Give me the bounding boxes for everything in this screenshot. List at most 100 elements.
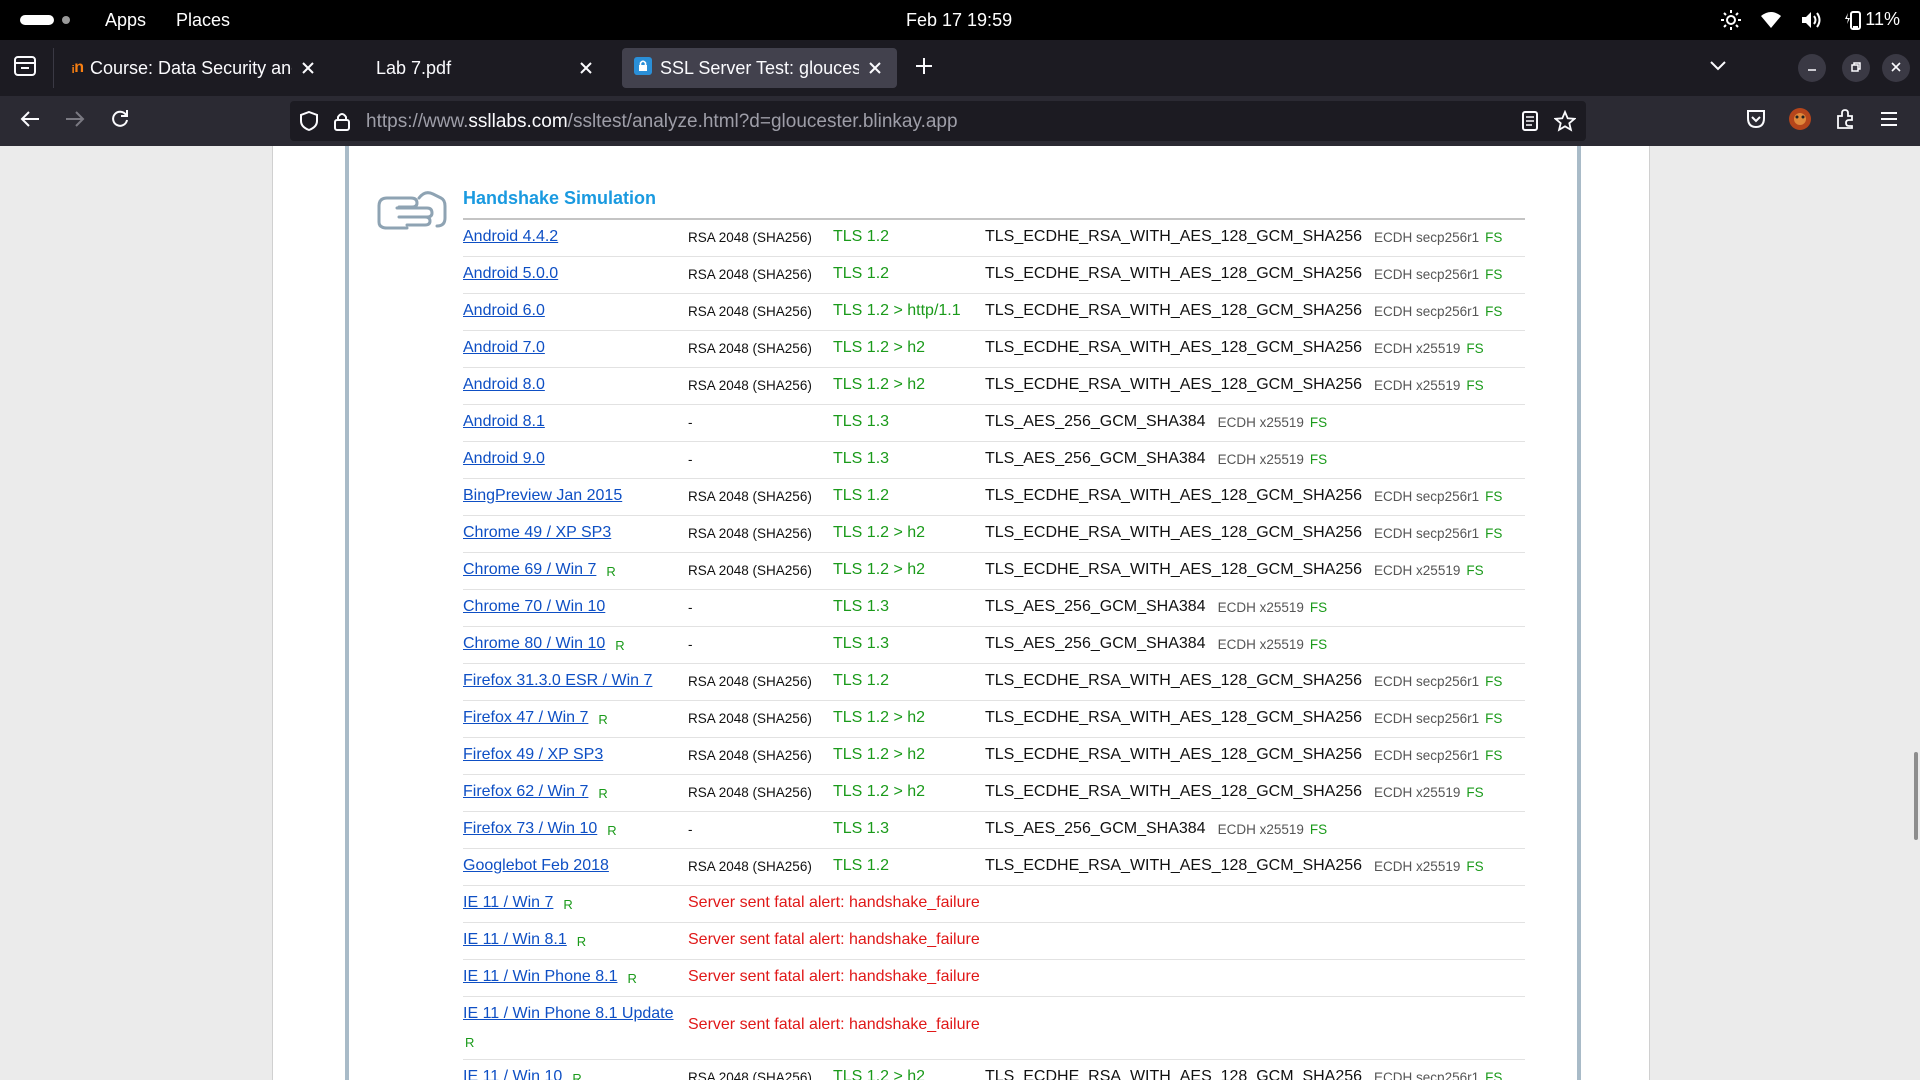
forward-secrecy-badge: FS (1309, 452, 1328, 467)
key-exchange-value: ECDH secp256r1 (1374, 748, 1480, 763)
certificate-cell: RSA 2048 (SHA256) (688, 341, 812, 356)
forward-secrecy-badge: FS (1309, 637, 1328, 652)
workspace-indicator-active[interactable] (20, 15, 54, 25)
back-button[interactable] (14, 105, 46, 137)
close-tab-icon[interactable] (576, 58, 596, 78)
reference-browser-marker[interactable]: R (615, 638, 624, 653)
certificate-cell: RSA 2048 (SHA256) (688, 526, 812, 541)
close-tab-icon[interactable] (865, 58, 885, 78)
key-exchange-cell: ECDH secp256r1 FS (1374, 711, 1502, 726)
reader-view-icon[interactable] (1522, 111, 1538, 137)
bookmark-star-icon[interactable] (1553, 109, 1577, 138)
key-exchange-cell: ECDH secp256r1 FS (1374, 748, 1502, 763)
key-exchange-value: ECDH secp256r1 (1374, 230, 1480, 245)
client-link[interactable]: Firefox 47 / Win 7 (463, 709, 588, 727)
key-exchange-value: ECDH x25519 (1217, 600, 1304, 615)
client-link[interactable]: IE 11 / Win 10 (463, 1068, 562, 1080)
lock-icon[interactable] (334, 111, 350, 137)
address-bar[interactable]: https://www.ssllabs.com/ssltest/analyze.… (290, 101, 1586, 141)
table-row: IE 11 / Win 7 R Server sent fatal alert: h… (463, 886, 1525, 923)
clock[interactable]: Feb 17 19:59 (906, 10, 1012, 31)
client-link[interactable]: Firefox 73 / Win 10 (463, 820, 597, 838)
client-link[interactable]: Android 9.0 (463, 450, 545, 468)
reload-icon (110, 109, 130, 134)
client-link[interactable]: IE 11 / Win Phone 8.1 Update (463, 1005, 674, 1023)
reference-browser-marker[interactable]: R (598, 712, 607, 727)
app-menu-button[interactable] (1873, 105, 1905, 137)
key-exchange-cell: ECDH secp256r1 FS (1374, 526, 1502, 541)
list-all-tabs-button[interactable] (1702, 52, 1734, 84)
reference-browser-marker[interactable]: R (598, 786, 607, 801)
minimize-window-button[interactable] (1798, 54, 1826, 82)
table-row: Chrome 49 / XP SP3 RSA 2048 (SHA256) TLS 1… (463, 516, 1525, 553)
client-link[interactable]: Chrome 80 / Win 10 (463, 635, 605, 653)
reload-button[interactable] (104, 105, 136, 137)
client-link[interactable]: IE 11 / Win 8.1 (463, 931, 567, 949)
key-exchange-cell: ECDH secp256r1 FS (1374, 489, 1502, 504)
client-link[interactable]: Firefox 62 / Win 7 (463, 783, 588, 801)
client-link[interactable]: IE 11 / Win Phone 8.1 (463, 968, 617, 986)
tab-ssl-server-test[interactable]: SSL Server Test: glouceste (622, 48, 897, 88)
tracking-protection-shield-icon[interactable] (300, 110, 318, 137)
client-link[interactable]: Googlebot Feb 2018 (463, 857, 609, 875)
page-scrollbar[interactable] (1914, 752, 1918, 840)
client-link[interactable]: Android 8.0 (463, 376, 545, 394)
client-link[interactable]: Chrome 70 / Win 10 (463, 598, 605, 616)
certificate-cell: RSA 2048 (SHA256) (688, 489, 812, 504)
client-link[interactable]: Android 5.0.0 (463, 265, 558, 283)
key-exchange-value: ECDH secp256r1 (1374, 1070, 1480, 1080)
client-link[interactable]: Android 8.1 (463, 413, 545, 431)
reference-browser-marker[interactable]: R (627, 971, 636, 986)
certificate-cell: RSA 2048 (SHA256) (688, 748, 812, 763)
table-row: Android 8.0 RSA 2048 (SHA256) TLS 1.2 > h2… (463, 368, 1525, 405)
places-menu[interactable]: Places (176, 10, 230, 31)
client-link[interactable]: Firefox 31.3.0 ESR / Win 7 (463, 672, 652, 690)
workspace-indicator-inactive[interactable] (62, 16, 70, 24)
reference-browser-marker[interactable]: R (465, 1035, 474, 1050)
url-text[interactable]: https://www.ssllabs.com/ssltest/analyze.… (366, 111, 958, 133)
reference-browser-marker[interactable]: R (563, 897, 572, 912)
tab-course[interactable]: ᵢn Course: Data Security and (60, 48, 330, 88)
client-link[interactable]: Android 6.0 (463, 302, 545, 320)
close-tab-icon[interactable] (298, 58, 318, 78)
tab-lab-pdf[interactable]: Lab 7.pdf (364, 48, 608, 88)
reference-browser-marker[interactable]: R (572, 1071, 581, 1080)
wifi-icon (1761, 11, 1782, 29)
client-link[interactable]: Chrome 49 / XP SP3 (463, 524, 611, 542)
table-row: Chrome 69 / Win 7 R RSA 2048 (SHA256) TLS 1… (463, 553, 1525, 590)
restore-window-button[interactable] (1842, 54, 1870, 82)
extensions-button[interactable] (1829, 105, 1861, 137)
forward-secrecy-badge: FS (1485, 267, 1503, 282)
ssl-lock-icon (634, 56, 652, 80)
reference-browser-marker[interactable]: R (606, 564, 615, 579)
client-link[interactable]: Firefox 49 / XP SP3 (463, 746, 603, 764)
table-row: Chrome 80 / Win 10 R - TLS 1.3 TLS_AES_256_G… (463, 627, 1525, 664)
key-exchange-cell: ECDH x25519 FS (1374, 859, 1484, 874)
battery-icon (1843, 10, 1862, 30)
client-link[interactable]: Android 4.4.2 (463, 228, 558, 246)
account-button[interactable] (1784, 105, 1816, 137)
forward-secrecy-badge: FS (1466, 563, 1484, 578)
close-window-button[interactable] (1882, 54, 1910, 82)
firefox-view-button[interactable] (9, 52, 41, 84)
page-content[interactable]: Handshake Simulation Android 4.4.2 RSA 20… (0, 146, 1920, 1080)
client-link[interactable]: IE 11 / Win 7 (463, 894, 553, 912)
new-tab-button[interactable] (908, 52, 940, 84)
protocol-cell: TLS 1.2 (833, 857, 890, 874)
certificate-cell: RSA 2048 (SHA256) (688, 230, 812, 245)
cipher-suite-cell: TLS_ECDHE_RSA_WITH_AES_128_GCM_SHA256 (985, 302, 1363, 319)
reference-browser-marker[interactable]: R (607, 823, 616, 838)
apps-menu[interactable]: Apps (105, 10, 146, 31)
key-exchange-value: ECDH secp256r1 (1374, 304, 1480, 319)
pocket-button[interactable] (1740, 105, 1772, 137)
system-tray[interactable]: 11% (1721, 9, 1900, 30)
key-exchange-cell: ECDH secp256r1 FS (1374, 230, 1502, 245)
client-link[interactable]: Android 7.0 (463, 339, 545, 357)
certificate-cell: - (688, 415, 693, 430)
forward-button[interactable] (59, 105, 91, 137)
reference-browser-marker[interactable]: R (577, 934, 586, 949)
client-link[interactable]: BingPreview Jan 2015 (463, 487, 622, 505)
key-exchange-cell: ECDH x25519 FS (1218, 452, 1328, 467)
client-link[interactable]: Chrome 69 / Win 7 (463, 561, 596, 579)
cipher-suite-cell: TLS_AES_256_GCM_SHA384 (985, 413, 1206, 430)
